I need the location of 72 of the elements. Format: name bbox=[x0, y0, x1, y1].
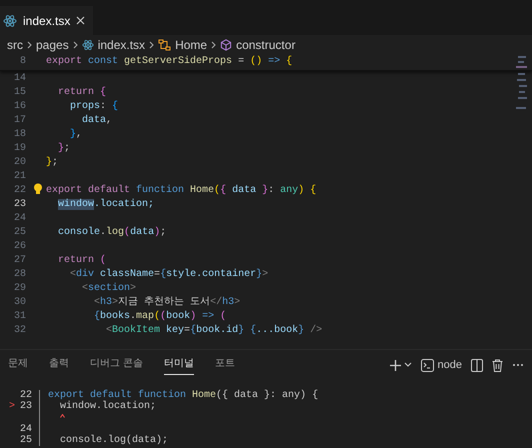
plus-icon[interactable] bbox=[388, 358, 402, 372]
line-number: 23 bbox=[12, 198, 26, 212]
structure-icon bbox=[158, 39, 172, 51]
lightbulb-icon[interactable] bbox=[33, 182, 43, 194]
line-number: 27 bbox=[12, 254, 26, 268]
code-line: }; bbox=[46, 156, 58, 170]
line-number: 21 bbox=[12, 170, 26, 184]
code-line: export default function Home({ data }: any) { bbox=[46, 184, 316, 198]
trash-icon[interactable] bbox=[492, 358, 503, 372]
line-number: 25 bbox=[12, 226, 26, 240]
chevron-down-icon[interactable] bbox=[404, 362, 412, 368]
cube-icon bbox=[220, 39, 232, 51]
code-line: }; bbox=[57, 142, 70, 156]
line-number: 25 bbox=[20, 435, 32, 446]
react-icon bbox=[82, 39, 94, 51]
code-line: console.log(data); bbox=[57, 226, 166, 240]
terminal-line: console.log(data); bbox=[59, 435, 168, 446]
terminal-profile-label[interactable]: node bbox=[438, 356, 462, 374]
breadcrumb-item[interactable]: constructor bbox=[236, 36, 296, 54]
code-line: <BookItem key={book.id} {...book} /> bbox=[105, 324, 322, 338]
terminal-line: export default function Home({ data }: any) { bbox=[48, 390, 318, 401]
terminal-icon[interactable] bbox=[420, 358, 434, 372]
panel-tab[interactable]: 문제 bbox=[8, 356, 28, 374]
line-number: 15 bbox=[12, 86, 26, 100]
react-icon bbox=[3, 14, 17, 28]
line-number: 16 bbox=[12, 100, 26, 114]
line-number: 22 bbox=[20, 390, 32, 401]
line-number: 23 bbox=[20, 401, 32, 412]
breadcrumb-item[interactable]: index.tsx bbox=[98, 36, 146, 54]
breadcrumb-item[interactable]: Home bbox=[175, 36, 208, 54]
terminal-line: window.location; bbox=[59, 401, 156, 412]
panel-tab[interactable]: 출력 bbox=[49, 356, 69, 374]
line-number: 22 bbox=[12, 184, 26, 198]
panel-tab[interactable]: 포트 bbox=[214, 356, 235, 374]
line-number: 32 bbox=[12, 324, 26, 338]
code-line: data, bbox=[81, 114, 112, 128]
code-line: window.location; bbox=[57, 198, 154, 212]
line-number: 31 bbox=[12, 310, 26, 324]
line-number: 20 bbox=[12, 156, 26, 170]
chevron-right-icon bbox=[72, 41, 78, 49]
breadcrumb-item[interactable]: src bbox=[7, 36, 23, 54]
chevron-right-icon bbox=[211, 41, 216, 49]
line-number: 18 bbox=[12, 128, 26, 142]
code-line: return { bbox=[57, 86, 106, 100]
chevron-right-icon bbox=[27, 41, 32, 49]
panel-tab[interactable]: 터미널 bbox=[164, 356, 194, 374]
code-line: {books.map((book) => ( bbox=[93, 310, 226, 324]
code-line: <section> bbox=[81, 282, 136, 296]
editor-tab[interactable]: index.tsx bbox=[0, 6, 94, 35]
code-line: export const getServerSideProps = () => { bbox=[46, 54, 292, 68]
line-number: 24 bbox=[12, 212, 26, 226]
code-line: }, bbox=[69, 128, 82, 142]
code-line: <h3>지금 추천하는 도서</h3> bbox=[93, 296, 240, 310]
line-number: 29 bbox=[12, 282, 26, 296]
error-marker: > bbox=[9, 401, 16, 412]
line-number: 19 bbox=[12, 142, 26, 156]
line-number: 26 bbox=[12, 240, 26, 254]
line-number: 24 bbox=[20, 424, 32, 435]
code-line: <div className={style.container}> bbox=[69, 268, 268, 282]
breadcrumb-item[interactable]: pages bbox=[36, 36, 69, 54]
code-line: props: { bbox=[69, 100, 118, 114]
close-icon[interactable] bbox=[76, 16, 86, 25]
line-number: 8 bbox=[18, 54, 26, 68]
chevron-right-icon bbox=[149, 41, 154, 49]
more-icon[interactable] bbox=[512, 363, 524, 367]
panel-tab[interactable]: 디버그 콘솔 bbox=[90, 356, 143, 374]
line-number: 14 bbox=[12, 72, 26, 86]
line-number: 28 bbox=[12, 268, 26, 282]
split-icon[interactable] bbox=[471, 358, 483, 372]
line-number: 17 bbox=[12, 114, 26, 128]
line-number: 30 bbox=[12, 296, 26, 310]
code-line: return ( bbox=[57, 254, 106, 268]
